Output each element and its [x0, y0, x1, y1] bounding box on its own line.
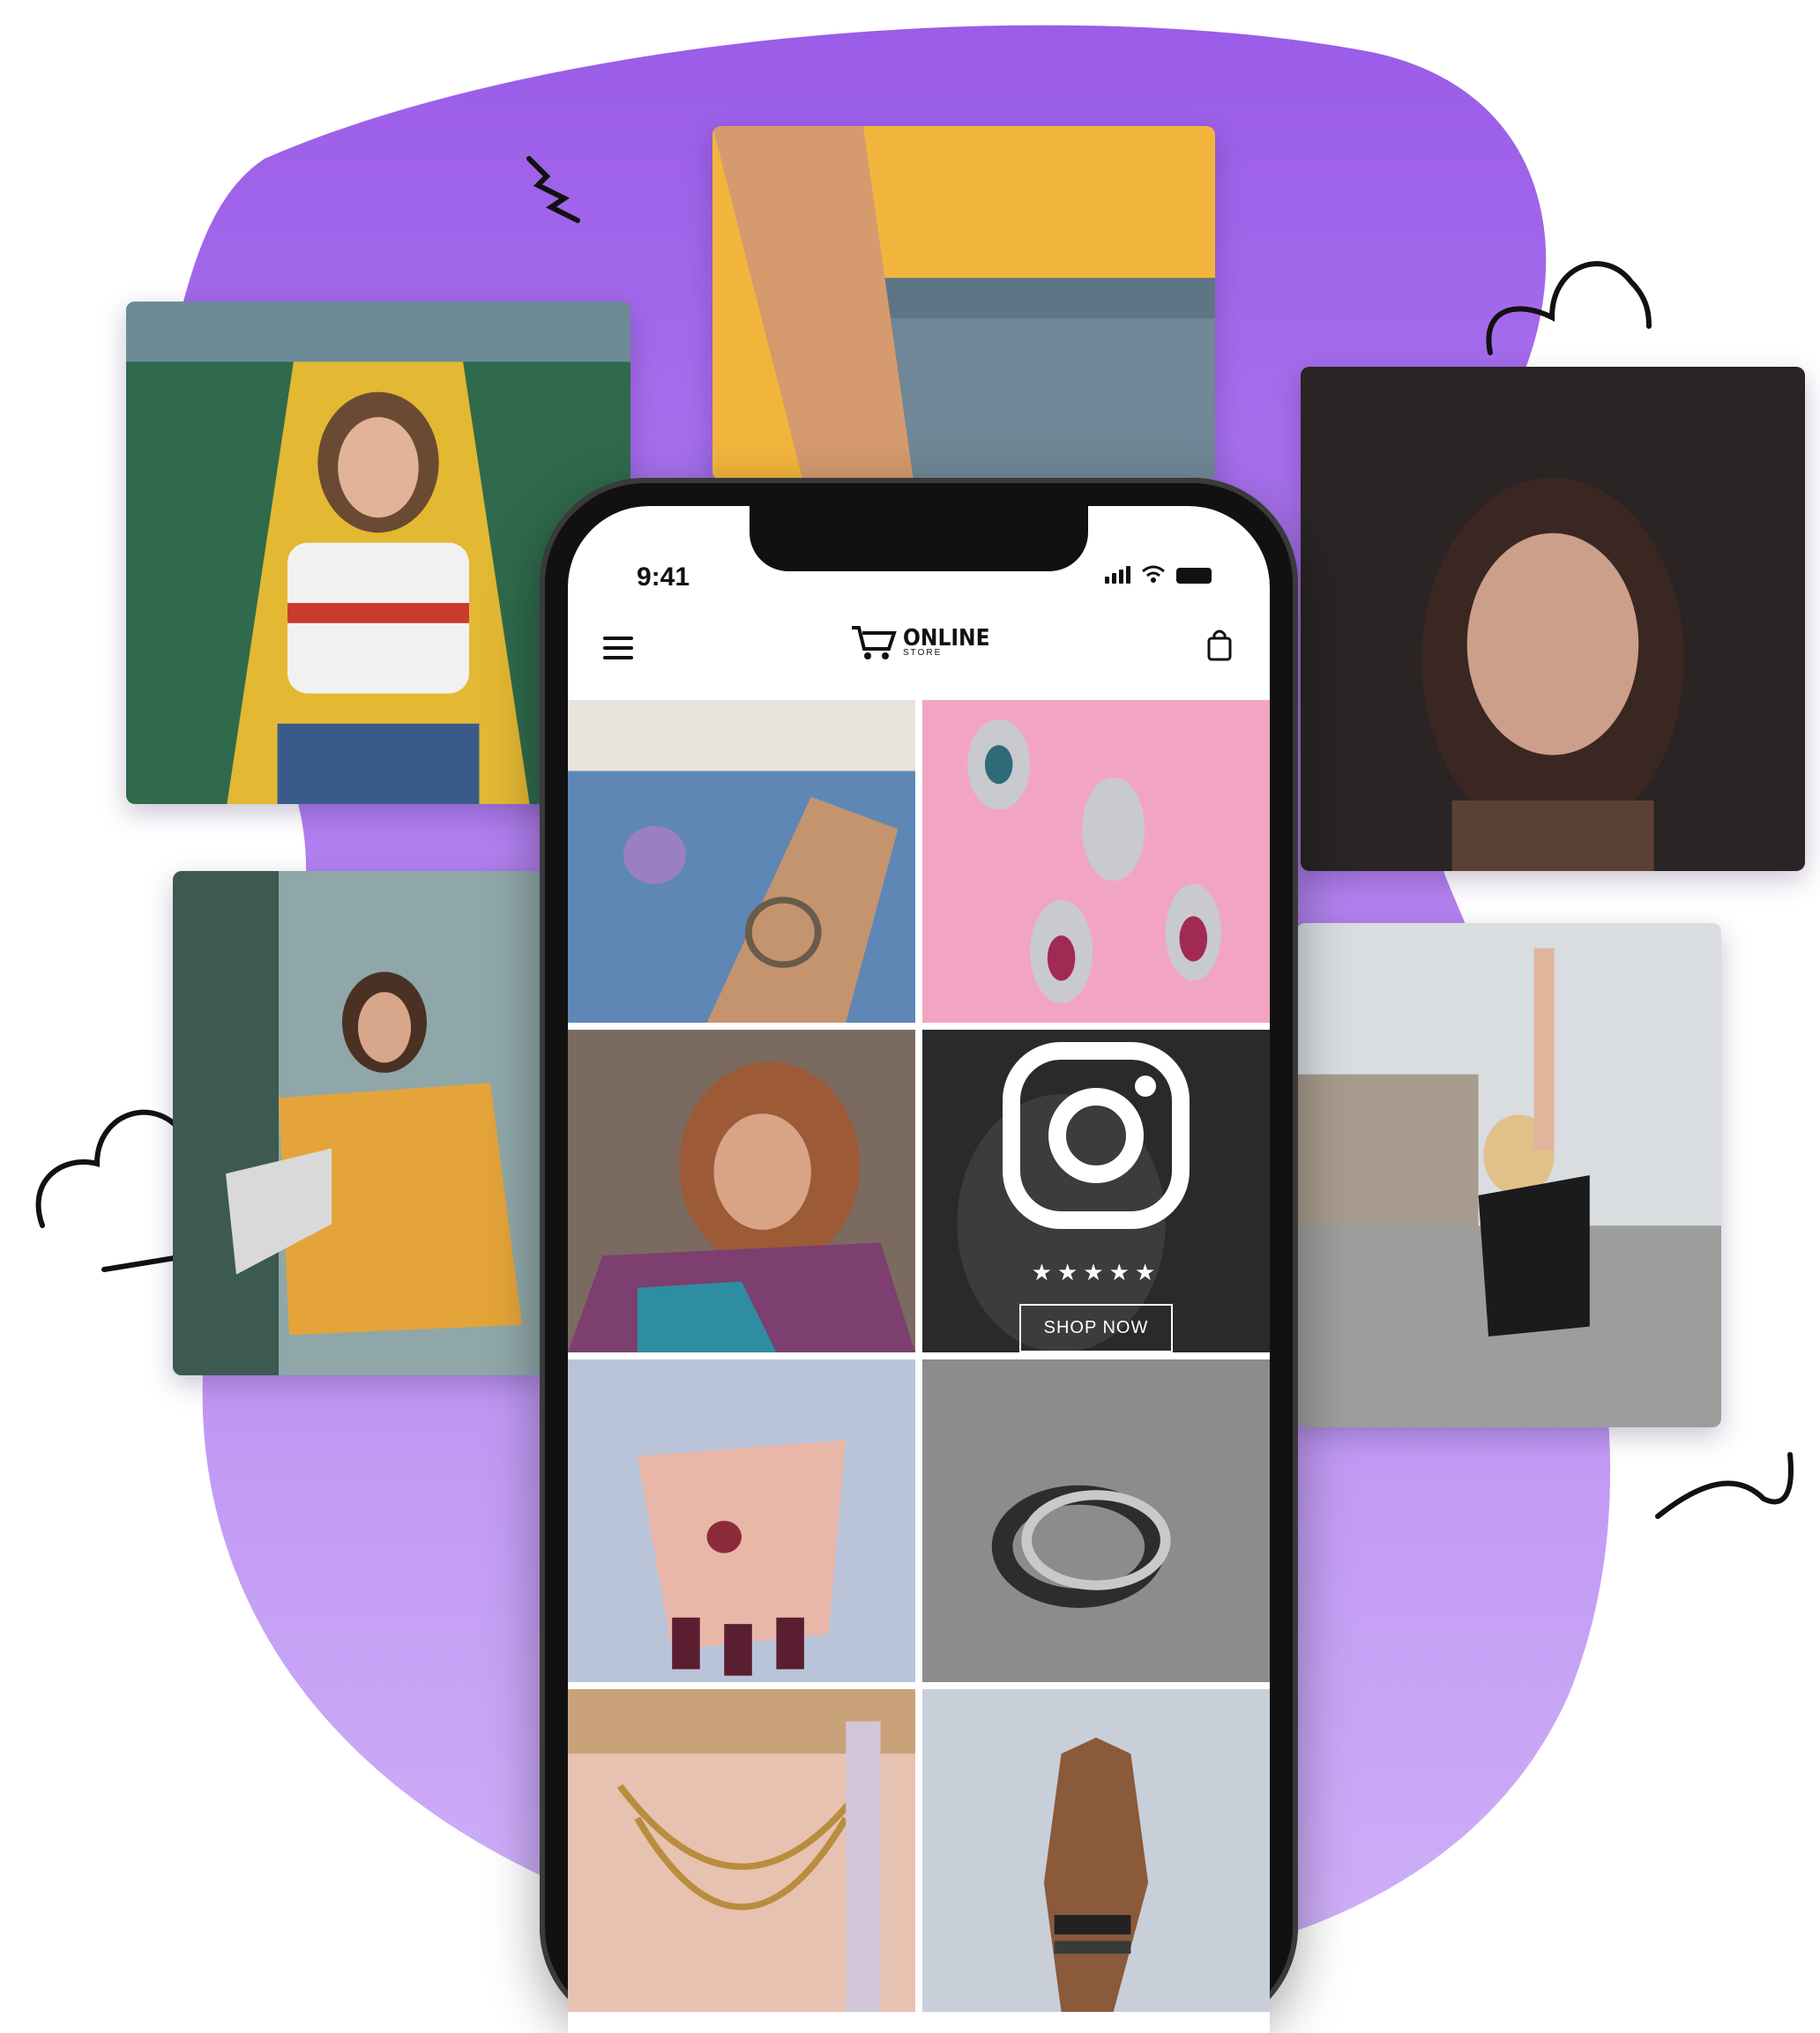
- promo-tile[interactable]: ★★★★★ SHOP NOW: [922, 1030, 1270, 1352]
- logo-title: ONLINE: [903, 624, 990, 652]
- product-grid: ★★★★★ SHOP NOW: [568, 700, 1270, 2012]
- shop-now-button[interactable]: SHOP NOW: [1018, 1304, 1174, 1352]
- necklace-photo[interactable]: [568, 1689, 915, 2012]
- portrait-photo[interactable]: [568, 1030, 915, 1352]
- phone-screen: 9:41 ONLINE STORE ★★★★★ SHOP NOW: [568, 506, 1270, 2033]
- hands-ring-photo[interactable]: [568, 1359, 915, 1682]
- earrings-photo[interactable]: [922, 700, 1270, 1023]
- shopping-bag-icon[interactable]: [1206, 628, 1233, 661]
- battery-icon: [1176, 568, 1212, 584]
- raised-hand-photo[interactable]: [922, 1689, 1270, 2012]
- arms-up-photo: [1296, 923, 1721, 1427]
- store-logo[interactable]: ONLINE STORE: [850, 622, 990, 663]
- rings-photo[interactable]: [922, 1359, 1270, 1682]
- denim-bracelet-photo[interactable]: [568, 700, 915, 1023]
- menu-icon[interactable]: [603, 637, 633, 661]
- phone-notch: [750, 506, 1088, 571]
- status-time: 9:41: [637, 562, 690, 592]
- wifi-icon: [1142, 565, 1165, 583]
- rating-stars: ★★★★★: [1031, 1259, 1161, 1285]
- instagram-icon: [1003, 1042, 1190, 1229]
- status-icons: [1105, 564, 1212, 584]
- dark-portrait-photo: [1301, 367, 1805, 871]
- phone-mockup: 9:41 ONLINE STORE ★★★★★ SHOP NOW: [540, 478, 1298, 2033]
- signal-icon: [1105, 566, 1130, 584]
- yellow-sweater-photo: [173, 871, 543, 1375]
- yellow-top-photo: [712, 126, 1215, 480]
- cart-logo-icon: [852, 626, 897, 659]
- app-header: ONLINE STORE: [568, 610, 1270, 698]
